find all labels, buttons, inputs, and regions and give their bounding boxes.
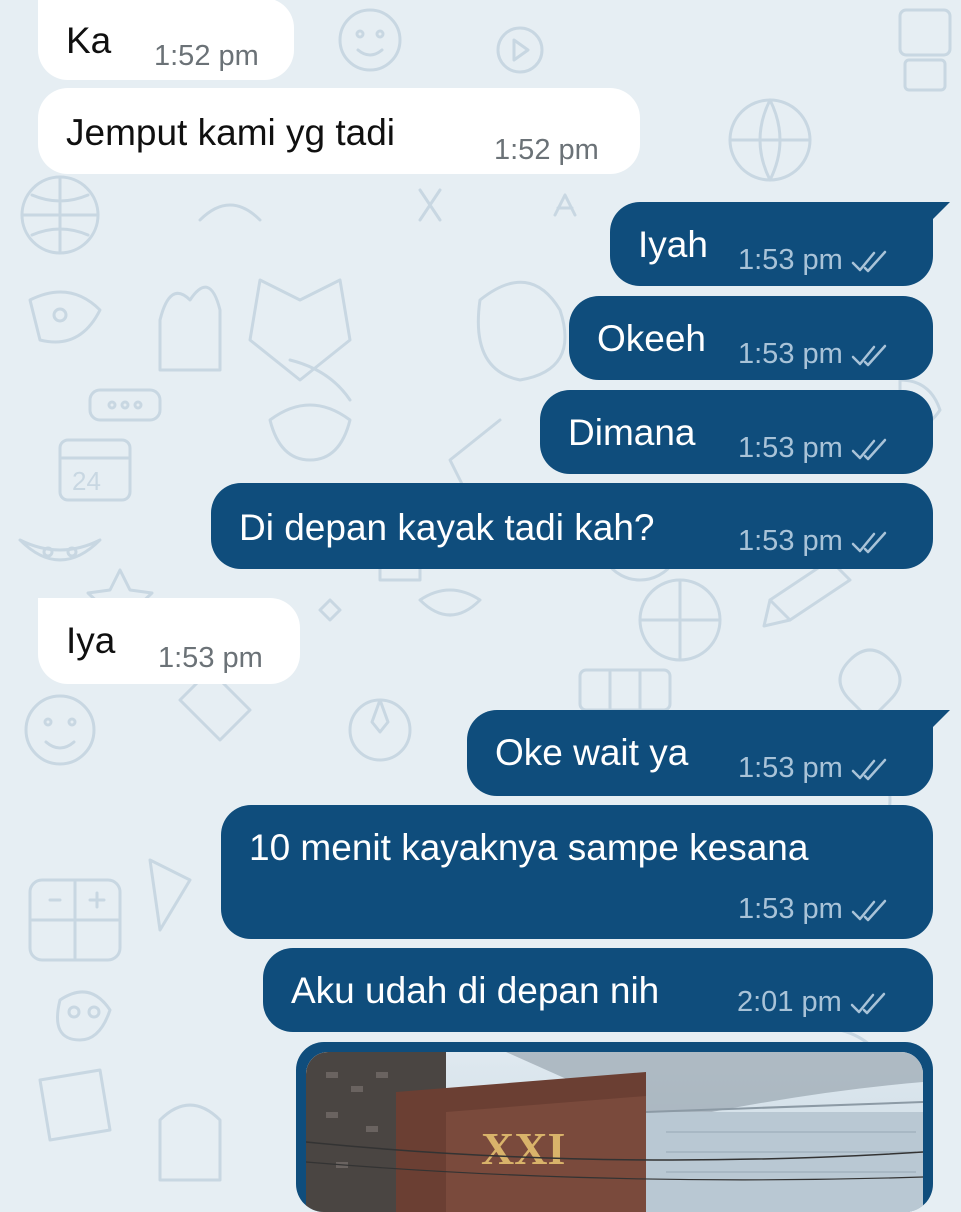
message-time: 1:53 pm — [738, 893, 843, 925]
message-time: 1:53 pm — [738, 525, 843, 557]
message-bubble-incoming[interactable]: Iya 1:53 pm — [38, 598, 300, 684]
message-meta: 1:53 pm — [738, 434, 889, 463]
message-text: Okeeh — [597, 318, 707, 359]
image-thumbnail[interactable]: XXI — [306, 1052, 923, 1212]
message-time: 1:53 pm — [738, 244, 843, 276]
message-text: Iya — [66, 620, 116, 661]
double-check-icon — [851, 344, 887, 366]
svg-text:24: 24 — [72, 466, 101, 496]
message-time: 1:52 pm — [494, 134, 599, 166]
message-text: Di depan kayak tadi kah? — [239, 507, 655, 548]
message-text: Iyah — [638, 224, 708, 265]
message-meta: 1:53 pm — [738, 754, 889, 783]
message-meta: 1:53 pm — [738, 246, 889, 275]
message-bubble-outgoing[interactable]: Okeeh 1:53 pm — [569, 296, 933, 380]
message-text: Jemput kami yg tadi — [66, 112, 396, 153]
double-check-icon — [851, 531, 887, 553]
message-text: Oke wait ya — [495, 732, 689, 773]
message-text: Ka — [66, 20, 112, 61]
message-text: Dimana — [568, 412, 696, 453]
message-bubble-outgoing[interactable]: Iyah 1:53 pm — [610, 202, 933, 286]
message-bubble-outgoing[interactable]: Oke wait ya 1:53 pm — [467, 710, 933, 796]
building-photo: XXI — [306, 1052, 923, 1212]
message-time: 1:53 pm — [738, 338, 843, 370]
double-check-icon — [851, 438, 887, 460]
message-time: 1:53 pm — [738, 432, 843, 464]
message-meta: 2:01 pm — [737, 988, 888, 1017]
message-time: 2:01 pm — [737, 986, 842, 1018]
message-time: 1:53 pm — [158, 642, 263, 674]
sign-text: XXI — [481, 1123, 565, 1174]
double-check-icon — [851, 899, 887, 921]
double-check-icon — [851, 250, 887, 272]
message-meta: 1:53 pm — [738, 527, 889, 556]
message-bubble-outgoing[interactable]: 10 menit kayaknya sampe kesana 1:53 pm — [221, 805, 933, 939]
message-text: Aku udah di depan nih — [291, 970, 660, 1011]
message-text: 10 menit kayaknya sampe kesana — [249, 827, 809, 868]
message-time: 1:52 pm — [154, 40, 259, 72]
bubble-tail — [930, 710, 950, 730]
double-check-icon — [850, 992, 886, 1014]
message-bubble-outgoing[interactable]: Aku udah di depan nih 2:01 pm — [263, 948, 933, 1032]
message-meta: 1:53 pm — [738, 340, 889, 369]
message-bubble-incoming[interactable]: Jemput kami yg tadi 1:52 pm — [38, 88, 640, 174]
message-bubble-outgoing[interactable]: Di depan kayak tadi kah? 1:53 pm — [211, 483, 933, 569]
message-meta: 1:53 pm — [738, 895, 889, 924]
message-bubble-incoming[interactable]: Ka 1:52 pm — [38, 0, 294, 80]
message-time: 1:53 pm — [738, 752, 843, 784]
image-message-bubble[interactable]: XXI — [296, 1042, 933, 1212]
message-bubble-outgoing[interactable]: Dimana 1:53 pm — [540, 390, 933, 474]
bubble-tail — [930, 202, 950, 222]
double-check-icon — [851, 758, 887, 780]
